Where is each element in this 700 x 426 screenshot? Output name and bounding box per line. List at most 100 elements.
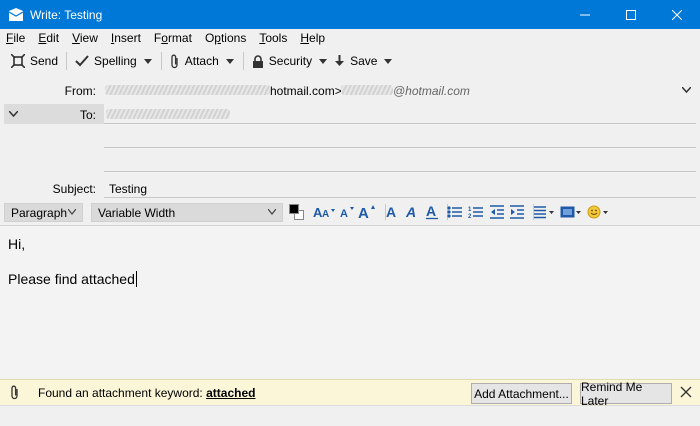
title-bar: Write: Testing xyxy=(0,0,700,29)
bullet-list-button[interactable] xyxy=(446,203,464,221)
from-address-visible: hotmail.com> xyxy=(270,84,342,98)
close-window-button[interactable] xyxy=(654,0,700,29)
svg-text:A: A xyxy=(426,204,436,219)
send-button[interactable]: Send xyxy=(8,50,61,72)
larger-font-icon: A xyxy=(358,205,375,220)
spelling-button[interactable]: Spelling xyxy=(72,50,140,72)
menu-format[interactable]: Format xyxy=(154,31,192,45)
italic-icon: A xyxy=(405,205,416,219)
menu-help[interactable]: Help xyxy=(300,31,325,45)
align-icon xyxy=(534,206,554,219)
status-bar xyxy=(0,405,700,426)
numbered-list-button[interactable]: 12 xyxy=(467,203,485,221)
svg-text:A: A xyxy=(386,205,396,219)
close-icon xyxy=(680,386,692,398)
svg-text:2: 2 xyxy=(468,214,472,219)
attach-dropdown[interactable] xyxy=(222,50,238,72)
download-arrow-icon xyxy=(335,55,345,66)
send-icon xyxy=(11,54,25,68)
save-button[interactable]: Save xyxy=(331,50,380,72)
close-icon xyxy=(672,9,682,20)
body-line-1: Hi, xyxy=(8,236,26,252)
indent-button[interactable] xyxy=(508,203,526,221)
text-color-picker[interactable] xyxy=(288,203,304,221)
maximize-button[interactable] xyxy=(608,0,654,29)
subject-input[interactable]: Testing xyxy=(104,178,696,198)
recipient-row-empty-2[interactable] xyxy=(104,171,696,172)
from-select[interactable]: hotmail.com> @hotmail.com xyxy=(103,80,695,99)
menu-insert[interactable]: Insert xyxy=(111,31,141,45)
insert-object-button[interactable] xyxy=(559,203,583,221)
svg-text:A: A xyxy=(322,209,329,219)
text-caret xyxy=(135,271,137,287)
redacted-name xyxy=(105,85,270,95)
subject-value: Testing xyxy=(109,182,148,196)
attach-button[interactable]: Attach xyxy=(167,50,222,72)
maximize-icon xyxy=(626,9,636,20)
checkmark-icon xyxy=(75,55,89,67)
font-family-select[interactable]: Variable Width xyxy=(91,203,283,222)
smiley-icon xyxy=(587,205,608,219)
increase-font-button[interactable]: A xyxy=(358,203,378,221)
outdent-button[interactable] xyxy=(488,203,506,221)
chevron-down-icon xyxy=(682,87,691,93)
minimize-button[interactable] xyxy=(562,0,608,29)
reminder-keyword: attached xyxy=(206,386,256,400)
smaller-text-button[interactable]: AA xyxy=(312,203,338,221)
save-dropdown[interactable] xyxy=(380,50,396,72)
menu-file[interactable]: File xyxy=(6,31,25,45)
align-button[interactable] xyxy=(532,203,556,221)
larger-text-button[interactable]: A xyxy=(339,203,357,221)
numbered-list-icon: 12 xyxy=(468,207,483,219)
remind-me-later-button[interactable]: Remind Me Later xyxy=(580,380,672,408)
recipient-row-empty-1[interactable] xyxy=(104,147,696,148)
chevron-down-icon xyxy=(9,111,18,117)
paragraph-format-select[interactable]: Paragraph xyxy=(4,203,83,222)
svg-text:1: 1 xyxy=(468,207,472,213)
bullet-list-icon xyxy=(447,206,462,218)
chevron-down-icon xyxy=(68,209,76,215)
outdent-icon xyxy=(490,205,504,219)
to-label: To: xyxy=(79,108,96,122)
dropdown-arrow-icon xyxy=(319,58,328,64)
attachment-reminder-bar: Found an attachment keyword: attached Ad… xyxy=(0,379,700,408)
indent-icon xyxy=(510,205,524,219)
svg-text:A: A xyxy=(405,205,416,219)
redacted-recipient xyxy=(106,109,230,119)
dismiss-reminder-button[interactable] xyxy=(680,386,694,400)
image-icon xyxy=(560,206,581,218)
window-title: Write: Testing xyxy=(30,7,103,22)
bold-button[interactable]: A xyxy=(384,203,400,221)
add-attachment-button[interactable]: Add Attachment... xyxy=(471,383,572,404)
lock-icon xyxy=(252,54,263,68)
toolbar-separator xyxy=(160,52,162,70)
redacted-address xyxy=(341,85,393,95)
menu-view[interactable]: View xyxy=(72,31,98,45)
security-button[interactable]: Security xyxy=(249,50,315,72)
recipient-type-toggle[interactable]: To: xyxy=(4,104,104,124)
message-body-editor[interactable]: Hi, Please find attached xyxy=(0,225,700,378)
security-dropdown[interactable] xyxy=(315,50,331,72)
compose-toolbar: Send Spelling Attach Security Save xyxy=(0,48,700,74)
subject-label: Subject: xyxy=(52,182,96,196)
menu-bar: File Edit View Insert Format Options Too… xyxy=(0,29,700,47)
underline-icon: A xyxy=(426,204,438,220)
menu-options[interactable]: Options xyxy=(205,31,246,45)
body-line-2: Please find attached xyxy=(8,271,137,287)
spelling-dropdown[interactable] xyxy=(140,50,156,72)
italic-button[interactable]: A xyxy=(404,203,420,221)
bold-icon: A xyxy=(386,205,396,219)
reminder-message: Found an attachment keyword: attached xyxy=(38,386,256,400)
from-address-visible-2: @hotmail.com xyxy=(393,84,470,98)
toolbar-separator xyxy=(242,52,244,70)
underline-button[interactable]: A xyxy=(424,203,440,221)
menu-tools[interactable]: Tools xyxy=(259,31,287,45)
text-color-swatch xyxy=(289,204,299,214)
dropdown-arrow-icon xyxy=(225,58,234,64)
to-input[interactable] xyxy=(104,104,696,124)
dropdown-arrow-icon xyxy=(143,58,152,64)
from-label: From: xyxy=(64,84,96,98)
menu-edit[interactable]: Edit xyxy=(38,31,59,45)
toolbar-separator xyxy=(66,52,68,70)
insert-smiley-button[interactable] xyxy=(586,203,610,221)
